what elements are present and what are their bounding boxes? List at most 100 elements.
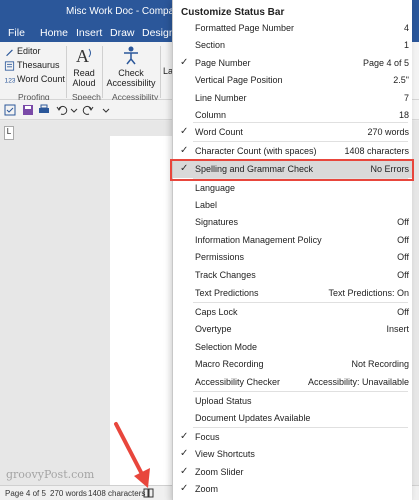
tab-file[interactable]: File [8,27,25,39]
menu-item-label: Vertical Page Position [195,75,283,85]
undo-dropdown-icon[interactable] [68,104,80,116]
menu-item-label: Zoom Slider [195,467,244,477]
menu-item[interactable]: Upload Status [173,393,413,410]
menu-item[interactable]: Accessibility Checker Accessibility: Unav… [173,374,413,391]
status-character-count[interactable]: 1408 characters [88,489,145,498]
menu-item-label: Signatures [195,217,239,227]
checkmark-icon: ✓ [180,448,189,459]
menu-item-value: Off [397,252,409,262]
menu-item[interactable]: Label [173,197,413,214]
menu-item-value: Insert [386,324,409,334]
menu-item[interactable]: ✓ Word Count 270 words [173,124,413,141]
menu-item-label: Character Count (with spaces) [195,146,317,156]
status-word-count[interactable]: 270 words [50,489,87,498]
tab-insert[interactable]: Insert [76,27,102,39]
thesaurus-button[interactable]: Thesaurus [4,60,60,71]
menu-item-label: Macro Recording [195,359,264,369]
menu-title: Customize Status Bar [181,7,285,18]
menu-item[interactable]: ✓ View Shortcuts [173,446,413,463]
menu-item[interactable]: Selection Mode [173,339,413,356]
status-page-number[interactable]: Page 4 of 5 [5,489,46,498]
menu-item[interactable]: ✓ Zoom [173,481,413,498]
menu-item-label: Text Predictions [195,288,259,298]
editor-icon [6,49,13,56]
menu-item-value: Off [397,217,409,227]
menu-item[interactable]: Text Predictions Text Predictions: On [173,285,413,302]
menu-item-value: Accessibility: Unavailable [307,377,409,387]
menu-item[interactable]: Vertical Page Position 2.5" [173,72,413,89]
tab-draw[interactable]: Draw [110,27,135,39]
print-icon[interactable] [38,104,50,116]
menu-item[interactable]: Column 18 [173,107,413,124]
menu-separator [193,141,408,142]
undo-icon[interactable] [56,104,68,116]
menu-item-value: Page 4 of 5 [362,58,409,68]
menu-item-label: Language [195,183,236,193]
menu-item-value: Off [397,307,409,317]
editor-button[interactable]: Editor [4,46,41,57]
thesaurus-icon [4,61,15,71]
checkmark-icon: ✓ [180,466,189,477]
redo-icon[interactable] [82,104,94,116]
menu-item-value: Off [397,235,409,245]
read-aloud-button[interactable]: A Read Aloud [70,44,98,88]
menu-item[interactable]: ✓ Page Number Page 4 of 5 [173,55,413,72]
thesaurus-label: Thesaurus [17,60,60,70]
word-count-button[interactable]: 123 Word Count [4,74,65,85]
check-accessibility-label-2: Accessibility [106,78,156,88]
menu-item[interactable]: ✓ Zoom Slider [173,464,413,481]
customize-status-bar-menu: Customize Status Bar Formatted Page Numb… [172,0,413,500]
menu-item-label: Zoom [195,484,219,494]
menu-item[interactable]: Formatted Page Number 4 [173,20,413,37]
customize-toolbar-icon[interactable] [100,104,112,116]
tab-home[interactable]: Home [40,27,68,39]
checkmark-icon: ✓ [180,57,189,68]
menu-item[interactable]: Macro Recording Not Recording [173,356,413,373]
menu-item[interactable]: Caps Lock Off [173,304,413,321]
svg-text:123: 123 [5,77,16,84]
menu-item-value: 270 words [367,127,409,137]
tab-design[interactable]: Design [142,27,175,39]
menu-item-label: Accessibility Checker [195,377,281,387]
menu-item-label: Caps Lock [195,307,238,317]
menu-item[interactable]: Line Number 7 [173,90,413,107]
menu-item-value: 2.5" [393,75,409,85]
menu-item[interactable]: Overtype Insert [173,321,413,338]
menu-item-label: Formatted Page Number [195,23,295,33]
read-aloud-label-2: Aloud [72,78,96,88]
menu-item-value: 1408 characters [344,146,409,156]
menu-item[interactable]: Information Management Policy Off [173,232,413,249]
ribbon-separator [160,46,161,98]
menu-item-value: Text Predictions: On [328,288,409,298]
menu-item-value: 4 [403,23,409,33]
menu-item[interactable]: ✓ Focus [173,429,413,446]
menu-item-label: Overtype [195,324,232,334]
menu-item[interactable]: Section 1 [173,37,413,54]
autosave-icon[interactable] [4,104,16,116]
ribbon-separator [66,46,67,98]
watermark: groovyPost.com [6,468,95,481]
menu-item[interactable]: Language [173,180,413,197]
tab-stop-selector[interactable]: L [4,126,14,140]
check-accessibility-button[interactable]: Check Accessibility [106,44,156,88]
menu-item[interactable]: Permissions Off [173,249,413,266]
ribbon-separator [102,46,103,98]
menu-item-label: Track Changes [195,270,256,280]
checkmark-icon: ✓ [180,145,189,156]
menu-item[interactable]: Signatures Off [173,214,413,231]
svg-text:A: A [76,46,89,66]
red-arrow-annotation [114,422,150,488]
menu-item-label: Permissions [195,252,245,262]
save-icon[interactable] [22,104,34,116]
menu-item[interactable]: Document Updates Available [173,410,413,427]
menu-item[interactable]: Track Changes Off [173,267,413,284]
menu-item-value: Not Recording [351,359,409,369]
accessibility-check-icon [124,46,138,65]
menu-item[interactable]: ✓ Character Count (with spaces) 1408 chara… [173,143,413,160]
read-aloud-label-1: Read [73,68,95,78]
menu-item-label: Label [195,200,218,210]
checkmark-icon: ✓ [180,126,189,137]
menu-item-value: 7 [403,93,409,103]
editor-label: Editor [17,46,41,56]
menu-item-label: Column [195,110,227,120]
